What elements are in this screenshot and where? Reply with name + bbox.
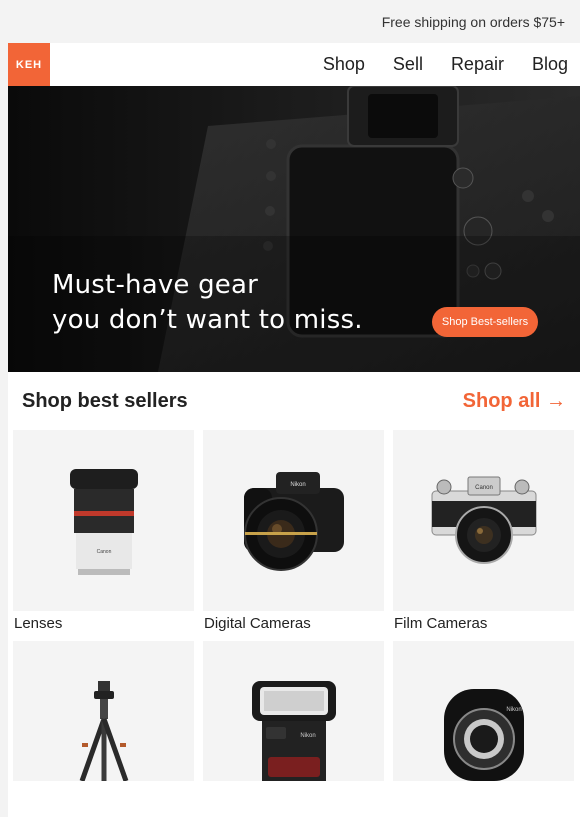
nav-blog[interactable]: Blog (518, 54, 580, 75)
keh-logo[interactable]: KEH (8, 43, 50, 86)
product-thumb: Nikon (393, 641, 574, 781)
product-card-tripods[interactable] (13, 641, 194, 781)
hero-banner[interactable]: Must-have gear you don’t want to miss. S… (8, 86, 580, 372)
product-grid-row-2: Nikon Nikon (8, 641, 580, 781)
product-label: Lenses (14, 615, 63, 632)
product-label: Film Cameras (394, 615, 488, 632)
hero-headline: Must-have gear you don’t want to miss. (52, 270, 363, 335)
nav-repair[interactable]: Repair (437, 54, 518, 75)
svg-text:Nikon: Nikon (506, 707, 521, 713)
product-card-lenses[interactable]: Canon Lenses (13, 430, 194, 641)
product-card-flashes[interactable]: Nikon (203, 641, 384, 781)
main-nav: KEH Shop Sell Repair Blog (8, 43, 580, 86)
product-thumb: Nikon (203, 641, 384, 781)
svg-text:Canon: Canon (475, 485, 493, 491)
svg-text:Nikon: Nikon (290, 482, 305, 488)
product-label: Digital Cameras (204, 615, 311, 632)
shipping-text: Free shipping on orders $75+ (381, 13, 565, 30)
promo-bar: Free shipping on orders $75+ (0, 0, 580, 43)
shop-best-sellers-button[interactable]: Shop Best-sellers (432, 307, 538, 337)
svg-text:Canon: Canon (96, 549, 111, 555)
lens-adapter-icon: Nikon (443, 689, 524, 781)
product-thumb: Nikon (203, 430, 384, 611)
flash-icon: Nikon (251, 681, 336, 781)
film-camera-icon: Canon (431, 476, 536, 564)
shop-all-link[interactable]: Shop all → (463, 390, 566, 413)
product-card-digital-cameras[interactable]: Nikon Digital Cameras (203, 430, 384, 641)
product-card-adapters[interactable]: Nikon (393, 641, 574, 781)
nav-links: Shop Sell Repair Blog (309, 54, 580, 75)
nav-sell[interactable]: Sell (379, 54, 437, 75)
product-thumb: Canon (13, 430, 194, 611)
nav-shop[interactable]: Shop (309, 54, 379, 75)
product-thumb: Canon (393, 430, 574, 611)
best-sellers-section: Shop best sellers Shop all → Canon Lense… (8, 372, 580, 817)
product-grid: Canon Lenses Nikon Digital Cameras Canon… (8, 430, 580, 641)
tripod-icon (79, 681, 128, 781)
svg-text:Nikon: Nikon (300, 733, 315, 739)
product-card-film-cameras[interactable]: Canon Film Cameras (393, 430, 574, 641)
section-title: Shop best sellers (22, 389, 188, 412)
digital-camera-icon: Nikon (243, 471, 344, 571)
lens-icon: Canon (69, 468, 138, 575)
section-header: Shop best sellers Shop all → (8, 372, 580, 430)
product-thumb (13, 641, 194, 781)
